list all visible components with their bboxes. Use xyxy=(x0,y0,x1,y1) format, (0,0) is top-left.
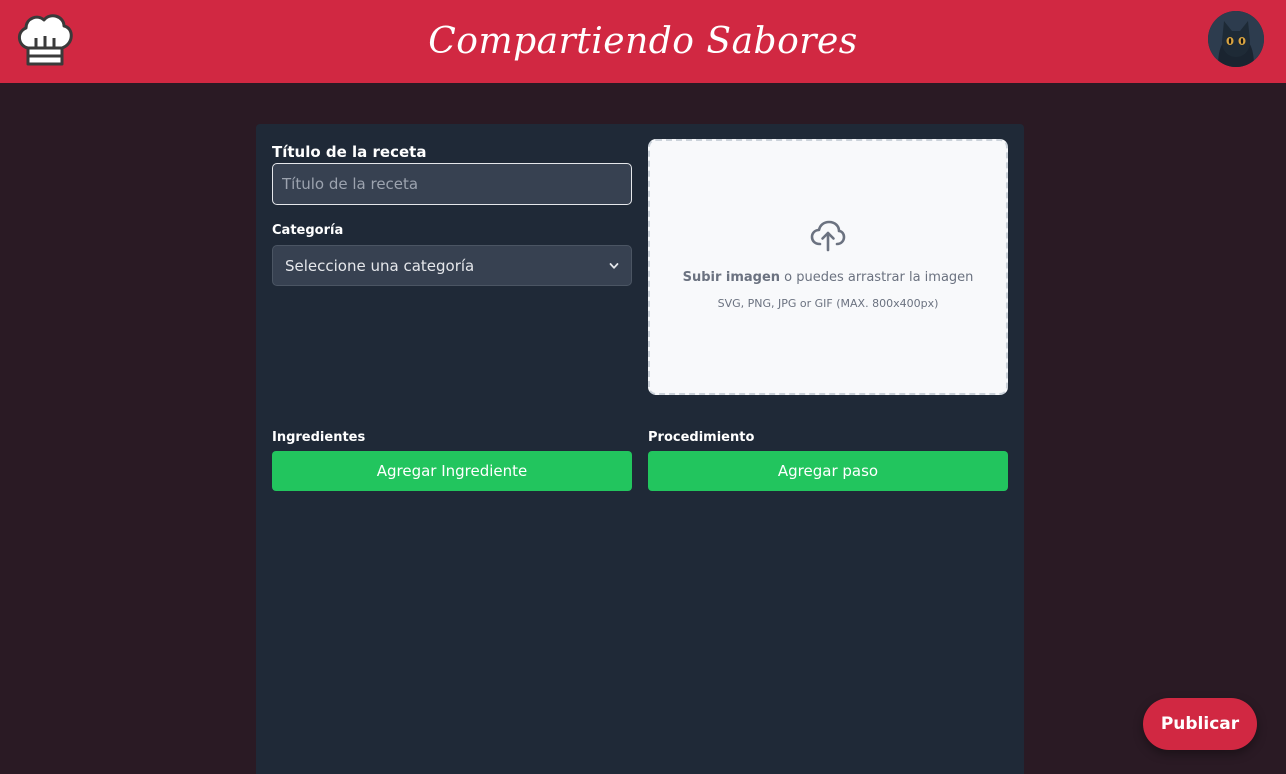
ingredients-label: Ingredientes xyxy=(272,430,366,445)
app-header: Compartiendo Sabores xyxy=(0,0,1286,83)
category-select[interactable]: Seleccione una categoría xyxy=(272,245,632,286)
recipe-form-panel: Título de la receta Categoría Seleccione… xyxy=(256,124,1024,774)
add-ingredient-button[interactable]: Agregar Ingrediente xyxy=(272,451,632,491)
cloud-upload-icon xyxy=(810,220,846,252)
publish-button[interactable]: Publicar xyxy=(1143,698,1257,750)
add-step-button[interactable]: Agregar paso xyxy=(648,451,1008,491)
title-input[interactable] xyxy=(272,163,632,205)
procedure-label: Procedimiento xyxy=(648,430,755,445)
upload-instructions: Subir imagen o puedes arrastrar la image… xyxy=(650,270,1006,285)
upload-hint: SVG, PNG, JPG or GIF (MAX. 800x400px) xyxy=(717,297,939,310)
app-title: Compartiendo Sabores xyxy=(428,21,858,62)
upload-rest-text: o puedes arrastrar la imagen xyxy=(780,270,974,285)
category-label: Categoría xyxy=(272,223,344,238)
chevron-down-icon xyxy=(609,262,619,269)
title-label: Título de la receta xyxy=(272,143,427,161)
image-dropzone[interactable]: Subir imagen o puedes arrastrar la image… xyxy=(648,139,1008,395)
upload-action-text[interactable]: Subir imagen xyxy=(683,270,780,285)
avatar[interactable] xyxy=(1208,11,1264,67)
category-selected-value: Seleccione una categoría xyxy=(285,256,475,275)
